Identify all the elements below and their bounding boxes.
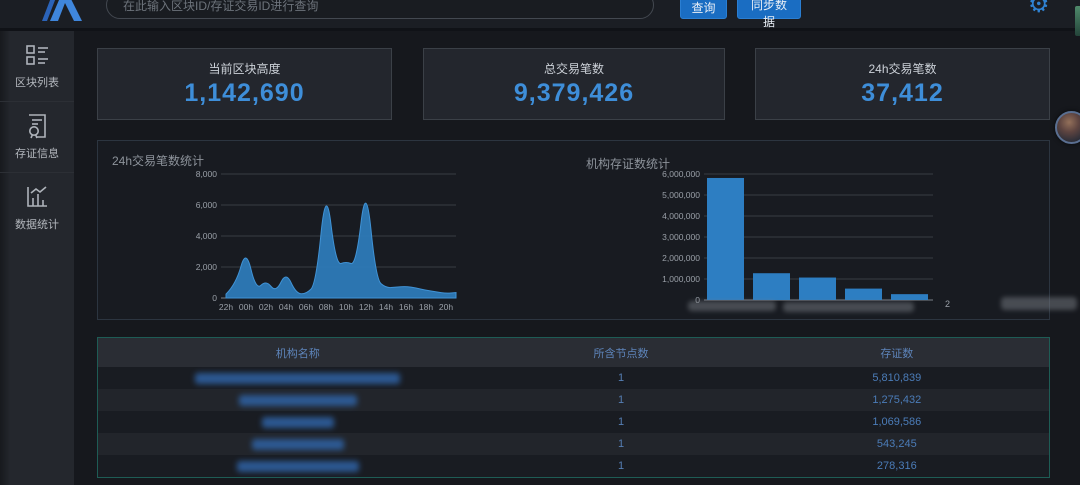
sidebar-item-data-statistics[interactable]: 数据统计 (0, 172, 74, 243)
svg-text:4,000: 4,000 (196, 231, 218, 241)
svg-text:22h: 22h (219, 302, 233, 312)
institution-name-link-redacted[interactable] (237, 461, 359, 472)
sidebar-item-label: 数据统计 (15, 216, 59, 232)
stat-label: 24h交易笔数 (756, 60, 1049, 77)
svg-text:12h: 12h (359, 302, 373, 312)
institution-name-cell (98, 417, 497, 428)
svg-text:10h: 10h (339, 302, 353, 312)
svg-text:06h: 06h (299, 302, 313, 312)
stat-card-24h-transactions: 24h交易笔数 37,412 (755, 48, 1050, 120)
stat-label: 总交易笔数 (424, 60, 724, 77)
stat-card-total-transactions: 总交易笔数 9,379,426 (423, 48, 725, 120)
col-header-institution-name: 机构名称 (98, 345, 497, 361)
sidebar-item-attestation-info[interactable]: 存证信息 (0, 101, 74, 172)
svg-text:6,000: 6,000 (196, 200, 218, 210)
svg-text:2,000: 2,000 (196, 262, 218, 272)
institution-name-link-redacted[interactable] (262, 417, 334, 428)
charts-panel: 24h交易笔数统计 机构存证数统计 02,0004,0006,0008,0002… (97, 140, 1050, 320)
attestation-count-cell: 1,275,432 (745, 394, 1049, 406)
table-row[interactable]: 1278,316 (98, 455, 1049, 477)
bar-chart-annotation: 2 (945, 299, 950, 309)
attestation-count-cell: 1,069,586 (745, 416, 1049, 428)
stat-value: 37,412 (756, 79, 1049, 108)
sidebar-item-label: 区块列表 (15, 74, 59, 90)
stat-value: 9,379,426 (424, 79, 724, 108)
stat-label: 当前区块高度 (98, 60, 391, 77)
svg-text:2,000,000: 2,000,000 (662, 253, 700, 263)
attestation-count-cell: 5,810,839 (745, 372, 1049, 384)
svg-text:8,000: 8,000 (196, 169, 218, 179)
node-count-cell: 1 (497, 460, 744, 472)
node-count-cell: 1 (497, 438, 744, 450)
institutions-table: 机构名称 所含节点数 存证数 15,810,83911,275,43211,06… (97, 337, 1050, 478)
redacted-axis-label (688, 301, 776, 311)
institution-name-cell (98, 439, 497, 450)
node-count-cell: 1 (497, 416, 744, 428)
svg-text:02h: 02h (259, 302, 273, 312)
floating-avatar-widget[interactable] (1055, 111, 1080, 144)
col-header-node-count: 所含节点数 (497, 345, 744, 361)
transactions-area-chart: 0 2,000 4,000 6,000 8,000 22h 00h 02h 04h 06h 08h 1… (191, 161, 476, 316)
svg-text:18h: 18h (419, 302, 433, 312)
table-row[interactable]: 15,810,839 (98, 367, 1049, 389)
block-list-icon (24, 42, 50, 68)
edge-widget-partial[interactable] (1075, 6, 1080, 36)
table-header-row: 机构名称 所含节点数 存证数 (98, 338, 1049, 367)
sync-data-button[interactable]: 同步数据 (737, 0, 801, 19)
redacted-axis-label (783, 302, 914, 312)
table-row[interactable]: 11,069,586 (98, 411, 1049, 433)
svg-text:3,000,000: 3,000,000 (662, 232, 700, 242)
svg-text:20h: 20h (439, 302, 453, 312)
table-row[interactable]: 1543,245 (98, 433, 1049, 455)
node-count-cell: 1 (497, 372, 744, 384)
svg-text:00h: 00h (239, 302, 253, 312)
table-row[interactable]: 11,275,432 (98, 389, 1049, 411)
sidebar-item-label: 存证信息 (15, 145, 59, 161)
svg-text:1,000,000: 1,000,000 (662, 274, 700, 284)
sidebar-item-block-list[interactable]: 区块列表 (0, 31, 74, 101)
attestation-count-cell: 543,245 (745, 438, 1049, 450)
top-bar: 查询 同步数据 ⚙ (0, 0, 1080, 31)
svg-text:0: 0 (212, 293, 217, 303)
attestation-bar-chart: 01,000,0002,000,0003,000,0004,000,0005,0… (661, 161, 961, 311)
institution-name-link-redacted[interactable] (239, 395, 357, 406)
query-button[interactable]: 查询 (680, 0, 727, 19)
attestation-certificate-icon (24, 113, 50, 139)
gear-icon[interactable]: ⚙ (1028, 0, 1050, 17)
svg-text:08h: 08h (319, 302, 333, 312)
svg-text:16h: 16h (399, 302, 413, 312)
table-body: 15,810,83911,275,43211,069,5861543,24512… (98, 367, 1049, 477)
stat-card-block-height: 当前区块高度 1,142,690 (97, 48, 392, 120)
app-logo-icon (36, 0, 86, 21)
svg-text:4,000,000: 4,000,000 (662, 211, 700, 221)
sidebar: 区块列表 存证信息 数据统计 (0, 31, 74, 485)
node-count-cell: 1 (497, 394, 744, 406)
col-header-attestation-count: 存证数 (745, 345, 1049, 361)
redacted-axis-label (1001, 297, 1077, 310)
stat-value: 1,142,690 (98, 79, 391, 108)
svg-text:04h: 04h (279, 302, 293, 312)
svg-text:5,000,000: 5,000,000 (662, 190, 700, 200)
bar-chart-title: 机构存证数统计 (586, 155, 670, 172)
data-statistics-icon (24, 184, 50, 210)
institution-name-link-redacted[interactable] (195, 373, 400, 384)
institution-name-cell (98, 395, 497, 406)
search-input[interactable] (106, 0, 654, 19)
institution-name-cell (98, 373, 497, 384)
svg-text:14h: 14h (379, 302, 393, 312)
institution-name-link-redacted[interactable] (252, 439, 344, 450)
attestation-count-cell: 278,316 (745, 460, 1049, 472)
svg-text:6,000,000: 6,000,000 (662, 169, 700, 179)
institution-name-cell (98, 461, 497, 472)
